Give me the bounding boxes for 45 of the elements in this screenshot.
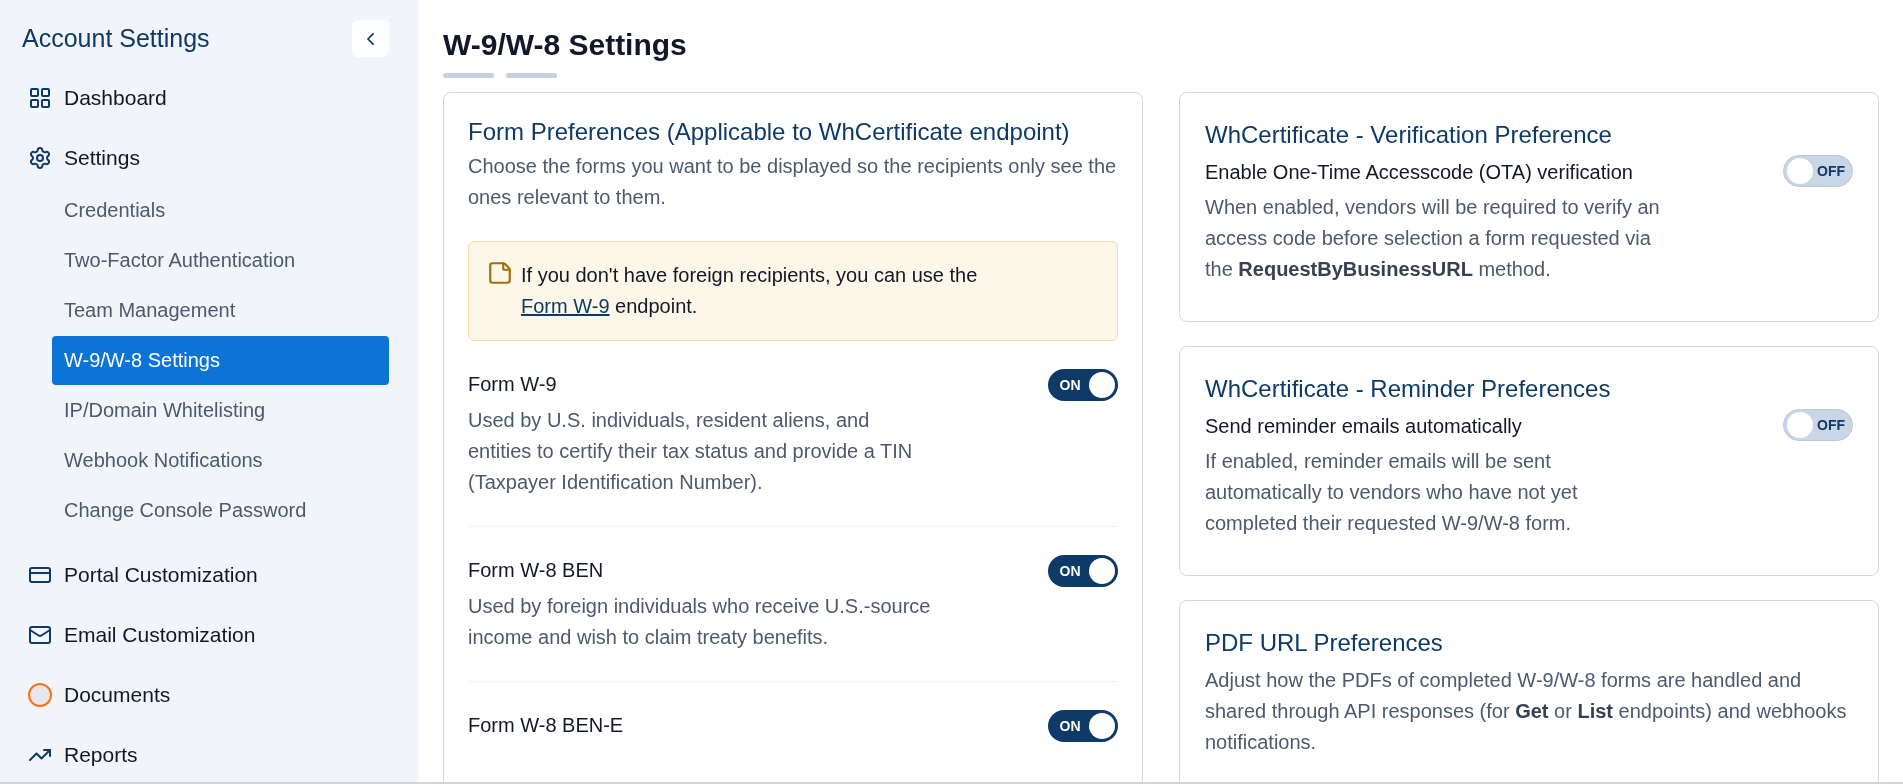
card-title: Form Preferences (Applicable to WhCertificate endpoint) [468, 117, 1071, 147]
page-title: W-9/W-8 Settings [443, 27, 688, 63]
sidebar-item[interactable]: Documents [64, 678, 171, 711]
collapse-button[interactable] [352, 20, 389, 58]
note-icon [487, 260, 513, 286]
toggle-switch[interactable]: OFF [1783, 409, 1853, 441]
form-name: Form W-8 BEN [468, 558, 605, 583]
form-name: Form W-9 [468, 372, 558, 397]
sidebar-subitem[interactable]: Change Console Password [52, 485, 389, 535]
card-title: WhCertificate - Verification Preference [1205, 120, 1613, 150]
form-description: Used by U.S. individuals, resident aliens, and entities to certify their tax status and provide a TIN (Taxpayer Identification Number). [468, 408, 914, 495]
sidebar-subitem[interactable]: Two-Factor Authentication [52, 235, 389, 285]
sidebar-subitem[interactable]: Webhook Notifications [52, 435, 389, 485]
sidebar-title: Account Settings [22, 23, 210, 54]
note-text: If you don't have foreign recipients, you can use the Form W-9 endpoint. [521, 263, 979, 319]
card-description: When enabled, vendors will be required to verify an access code before selection a form requested via the RequestByBusinessURL method. [1205, 195, 1661, 282]
form-link[interactable]: Form W-9 [521, 295, 610, 317]
grid-icon [28, 85, 52, 110]
toggle-switch[interactable]: OFF [1783, 155, 1853, 187]
toggle-switch[interactable]: ON [1048, 555, 1118, 587]
setting-label: Send reminder emails automatically [1205, 414, 1523, 439]
toggle-switch[interactable]: ON [1048, 710, 1118, 742]
sidebar-subitem[interactable]: Credentials [52, 185, 389, 235]
card-title: PDF URL Preferences [1205, 628, 1444, 658]
setting-label: Enable One-Time Accesscode (OTA) verification [1205, 160, 1634, 185]
sidebar-item[interactable]: Settings [64, 141, 140, 174]
sidebar-item[interactable]: Email Customization [64, 618, 256, 651]
card-description: Choose the forms you want to be displayed so the recipients only see the ones relevant to them. [468, 154, 1118, 210]
loading-bar [443, 73, 494, 78]
sidebar-item[interactable]: Reports [64, 738, 138, 771]
card-description: If enabled, reminder emails will be sent automatically to vendors who have not yet completed their requested W-9/W-8 form. [1205, 449, 1579, 536]
sidebar-item[interactable]: Portal Customization [64, 558, 258, 591]
sidebar-subitem[interactable]: W-9/W-8 Settings [52, 335, 389, 385]
loading-bar [506, 73, 557, 78]
sidebar-item[interactable]: Dashboard [64, 81, 167, 114]
form-name: Form W-8 BEN-E [468, 713, 625, 738]
card-title: WhCertificate - Reminder Preferences [1205, 374, 1612, 404]
chevron-left-icon [367, 32, 374, 45]
settings-icon [28, 145, 52, 170]
toggle-switch[interactable]: ON [1048, 369, 1118, 401]
chat-avatar[interactable] [28, 682, 52, 707]
sidebar-subitem[interactable]: Team Management [52, 285, 389, 335]
form-description: Used by foreign individuals who receive U.S.-source income and wish to claim treaty benefits. [468, 594, 932, 650]
sidebar-subitem[interactable]: IP/Domain Whitelisting [52, 385, 389, 435]
card-description: Adjust how the PDFs of completed W-9/W-8 forms are handled and shared through API responses (for Get or List endpoints) and webhooks notifications. [1205, 668, 1848, 755]
